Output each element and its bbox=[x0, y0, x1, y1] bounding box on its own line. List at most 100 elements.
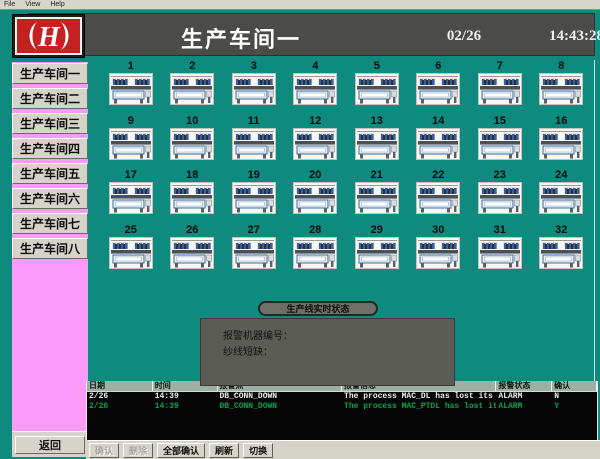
alarm-row-2[interactable]: 2/2614:39DB_CONN_DOWNThe process MAC_PTD… bbox=[87, 402, 597, 412]
knitting-machine-icon bbox=[478, 182, 522, 214]
machine-number: 24 bbox=[555, 169, 567, 182]
machine-18[interactable]: 18 bbox=[162, 169, 224, 224]
knitting-machine-icon bbox=[416, 237, 460, 269]
machine-5[interactable]: 5 bbox=[346, 60, 408, 115]
knitting-machine-icon bbox=[539, 73, 583, 105]
toolbar-button-切换[interactable]: 切换 bbox=[243, 443, 273, 458]
machine-number: 13 bbox=[371, 115, 383, 128]
machine-number: 31 bbox=[494, 224, 506, 237]
menu-item-view[interactable]: View bbox=[25, 1, 40, 8]
menu-item-file[interactable]: File bbox=[4, 1, 15, 8]
machine-8[interactable]: 8 bbox=[531, 60, 593, 115]
alarm-row-1[interactable]: 2/2614:39DB_CONN_DOWNThe process MAC_DL … bbox=[87, 392, 597, 402]
sidebar-item-workshop-7[interactable]: 生产车间七 bbox=[12, 213, 88, 234]
machine-12[interactable]: 12 bbox=[285, 115, 347, 170]
machine-10[interactable]: 10 bbox=[162, 115, 224, 170]
machine-number: 19 bbox=[248, 169, 260, 182]
knitting-machine-icon bbox=[293, 182, 337, 214]
machine-number: 21 bbox=[371, 169, 383, 182]
alarm-cell-message: The process MAC_PTDL has lost its ... bbox=[342, 402, 496, 412]
alarm-cell-date: 2/26 bbox=[87, 402, 153, 412]
alarm-cell-ack: N bbox=[552, 392, 597, 402]
machine-number: 22 bbox=[432, 169, 444, 182]
logo-h-icon: H bbox=[15, 17, 82, 55]
machine-30[interactable]: 30 bbox=[408, 224, 470, 279]
machine-22[interactable]: 22 bbox=[408, 169, 470, 224]
alarm-cell-point: DB_CONN_DOWN bbox=[218, 402, 343, 412]
machine-16[interactable]: 16 bbox=[531, 115, 593, 170]
machine-13[interactable]: 13 bbox=[346, 115, 408, 170]
machine-number: 7 bbox=[497, 60, 503, 73]
machine-number: 8 bbox=[558, 60, 564, 73]
page-title: 生产车间一 bbox=[181, 22, 401, 54]
machine-20[interactable]: 20 bbox=[285, 169, 347, 224]
machine-31[interactable]: 31 bbox=[469, 224, 531, 279]
alarm-cell-point: DB_CONN_DOWN bbox=[218, 392, 343, 402]
sidebar-item-workshop-3[interactable]: 生产车间三 bbox=[12, 113, 88, 134]
alarm-cell-state: ALARM bbox=[496, 402, 552, 412]
machine-21[interactable]: 21 bbox=[346, 169, 408, 224]
toolbar-button-刷新[interactable]: 刷新 bbox=[209, 443, 239, 458]
machine-2[interactable]: 2 bbox=[162, 60, 224, 115]
machine-7[interactable]: 7 bbox=[469, 60, 531, 115]
machine-number: 14 bbox=[432, 115, 444, 128]
menu-item-help[interactable]: Help bbox=[50, 1, 64, 8]
knitting-machine-icon bbox=[355, 128, 399, 160]
machine-29[interactable]: 29 bbox=[346, 224, 408, 279]
machine-25[interactable]: 25 bbox=[100, 224, 162, 279]
toolbar-button-确认[interactable]: 确认 bbox=[89, 443, 119, 458]
machine-14[interactable]: 14 bbox=[408, 115, 470, 170]
machine-19[interactable]: 19 bbox=[223, 169, 285, 224]
alarm-cell-date: 2/26 bbox=[87, 392, 153, 402]
alarm-cell-message: The process MAC_DL has lost its d... bbox=[342, 392, 496, 402]
sidebar-item-workshop-4[interactable]: 生产车间四 bbox=[12, 138, 88, 159]
window-right-edge bbox=[594, 60, 595, 432]
machine-9[interactable]: 9 bbox=[100, 115, 162, 170]
machine-number: 11 bbox=[248, 115, 260, 128]
machine-27[interactable]: 27 bbox=[223, 224, 285, 279]
column-header: 报警状态 bbox=[496, 381, 552, 391]
status-field-label: 纱线短缺： bbox=[223, 345, 454, 361]
back-button[interactable]: 返回 bbox=[15, 436, 85, 454]
sidebar-item-workshop-6[interactable]: 生产车间六 bbox=[12, 188, 88, 209]
machine-number: 29 bbox=[371, 224, 383, 237]
knitting-machine-icon bbox=[539, 128, 583, 160]
machine-32[interactable]: 32 bbox=[531, 224, 593, 279]
machine-15[interactable]: 15 bbox=[469, 115, 531, 170]
machine-number: 20 bbox=[309, 169, 321, 182]
knitting-machine-icon bbox=[109, 182, 153, 214]
machine-26[interactable]: 26 bbox=[162, 224, 224, 279]
machine-28[interactable]: 28 bbox=[285, 224, 347, 279]
alarm-table: 日期时间报警点报警信息报警状态确认 2/2614:39DB_CONN_DOWNT… bbox=[86, 381, 598, 440]
machine-23[interactable]: 23 bbox=[469, 169, 531, 224]
machine-3[interactable]: 3 bbox=[223, 60, 285, 115]
knitting-machine-icon bbox=[478, 237, 522, 269]
sidebar-item-workshop-2[interactable]: 生产车间二 bbox=[12, 88, 88, 109]
knitting-machine-icon bbox=[293, 73, 337, 105]
knitting-machine-icon bbox=[293, 128, 337, 160]
machine-4[interactable]: 4 bbox=[285, 60, 347, 115]
machine-1[interactable]: 1 bbox=[100, 60, 162, 115]
toolbar-button-删除[interactable]: 删除 bbox=[123, 443, 153, 458]
knitting-machine-icon bbox=[109, 128, 153, 160]
knitting-machine-icon bbox=[355, 182, 399, 214]
alarm-cell-time: 14:39 bbox=[153, 392, 218, 402]
knitting-machine-icon bbox=[478, 73, 522, 105]
machine-6[interactable]: 6 bbox=[408, 60, 470, 115]
knitting-machine-icon bbox=[232, 73, 276, 105]
machine-11[interactable]: 11 bbox=[223, 115, 285, 170]
knitting-machine-icon bbox=[109, 237, 153, 269]
sidebar-item-workshop-5[interactable]: 生产车间五 bbox=[12, 163, 88, 184]
machine-number: 9 bbox=[128, 115, 134, 128]
alarm-cell-ack: Y bbox=[552, 402, 597, 412]
sidebar-item-workshop-8[interactable]: 生产车间八 bbox=[12, 238, 88, 259]
machine-17[interactable]: 17 bbox=[100, 169, 162, 224]
back-area: 返回 bbox=[12, 431, 88, 457]
status-field-label: 报警机器编号： bbox=[223, 329, 454, 345]
knitting-machine-icon bbox=[232, 237, 276, 269]
knitting-machine-icon bbox=[232, 128, 276, 160]
sidebar-item-workshop-1[interactable]: 生产车间一 bbox=[12, 63, 88, 84]
toolbar-button-全部确认[interactable]: 全部确认 bbox=[157, 443, 205, 458]
machine-24[interactable]: 24 bbox=[531, 169, 593, 224]
machine-number: 27 bbox=[248, 224, 260, 237]
